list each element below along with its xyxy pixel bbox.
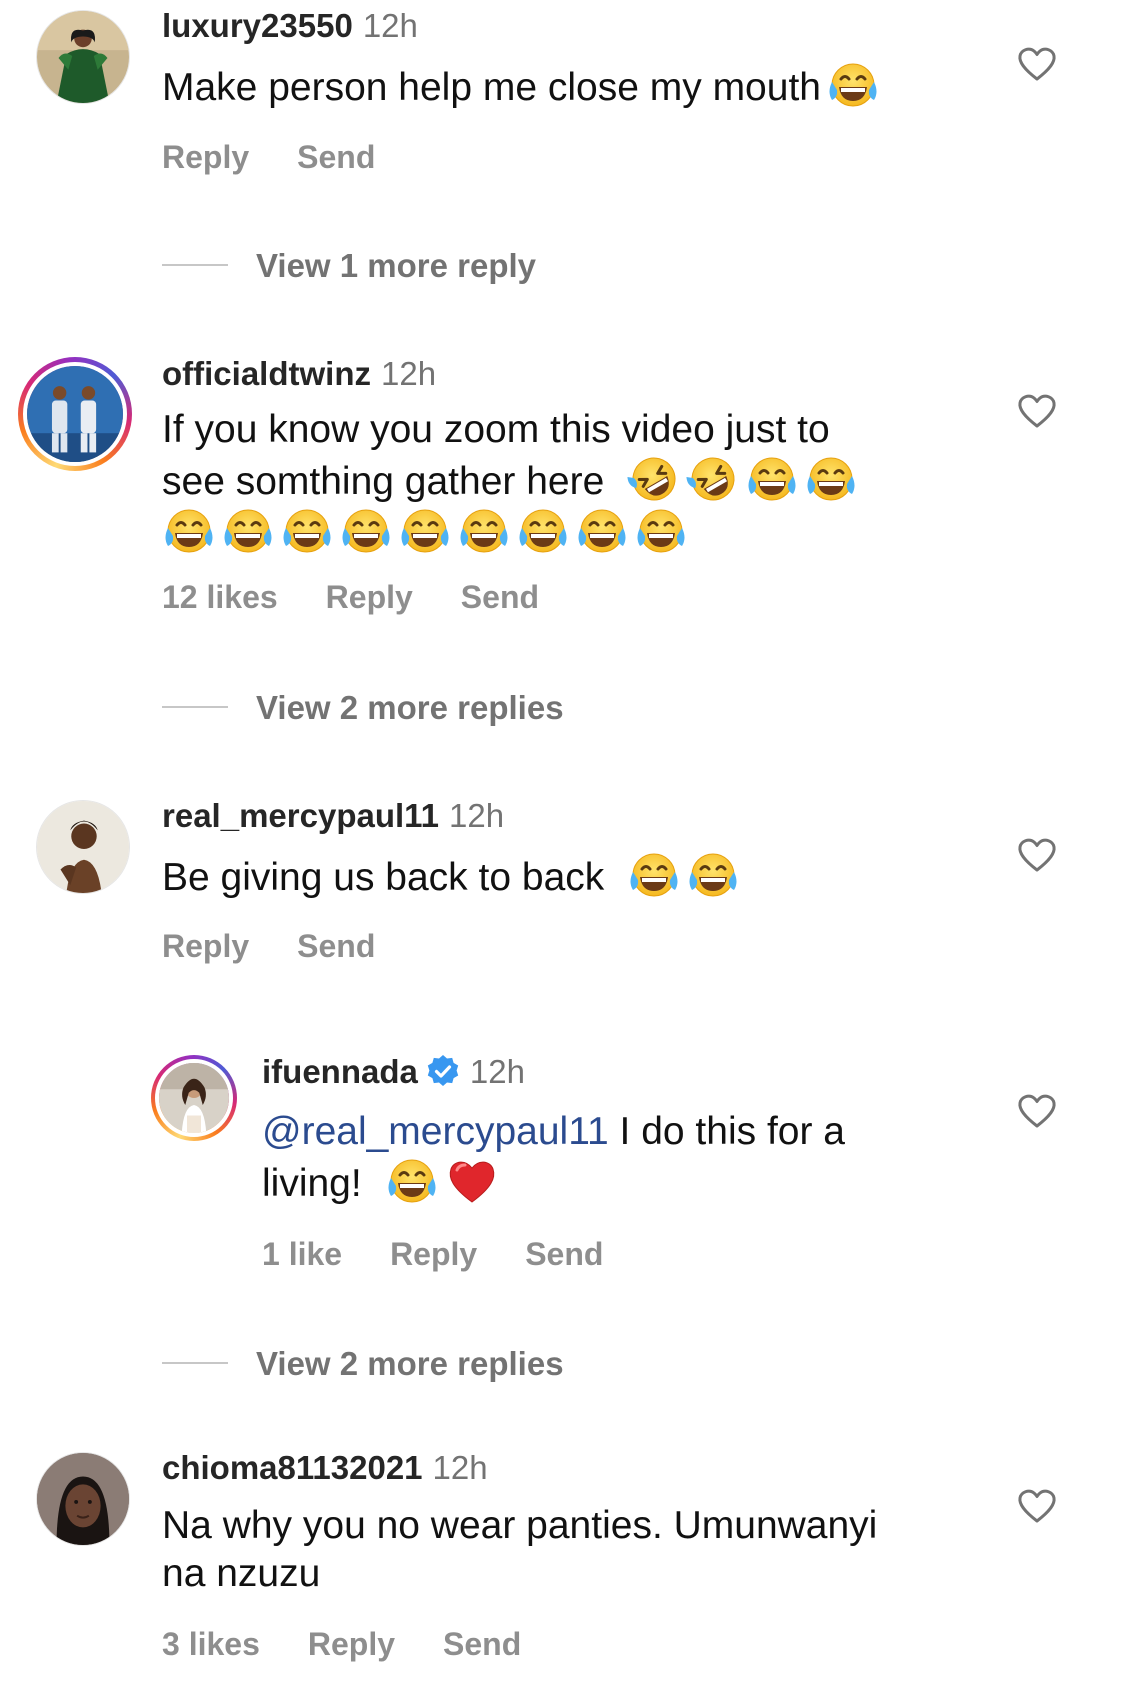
view-more-replies[interactable]: View 1 more reply (162, 246, 536, 286)
comment-actions: Reply Send (162, 926, 423, 966)
avatar[interactable] (36, 800, 130, 894)
heart-outline-icon[interactable] (1017, 46, 1057, 82)
username[interactable]: chioma81132021 (162, 1449, 423, 1486)
username[interactable]: luxury23550 (162, 7, 353, 44)
red-heart-emoji (445, 1156, 499, 1206)
user-line: officialdtwinz 12h (162, 354, 436, 394)
view-more-label: View 2 more replies (256, 1345, 564, 1382)
face-with-tears-of-joy-emoji (826, 60, 880, 110)
reply-button[interactable]: Reply (308, 1626, 395, 1662)
rolling-on-floor-laughing-emoji (627, 454, 681, 504)
avatar (155, 1059, 233, 1137)
emoji-row (157, 506, 1002, 558)
comment-text-line: na nzuzu (162, 1552, 321, 1595)
view-more-label: View 2 more replies (256, 689, 564, 726)
comment-text: @real_mercypaul11 I do this for a living… (262, 1108, 982, 1208)
send-button[interactable]: Send (525, 1236, 603, 1272)
comment-text: Make person help me close my mouth (162, 60, 982, 112)
face-with-tears-of-joy-emoji (804, 454, 858, 504)
comment-text-line: @real_mercypaul11 I do this for a (262, 1108, 982, 1156)
reply-button[interactable]: Reply (162, 928, 249, 964)
send-button[interactable]: Send (443, 1626, 521, 1662)
comment-text: Na why you no wear panties. Umunwanyi na… (162, 1502, 1002, 1598)
rolling-on-floor-laughing-emoji (686, 454, 740, 504)
comment-actions: 3 likes Reply Send (162, 1624, 569, 1664)
comment-text-content: Make person help me close my mouth (162, 66, 821, 109)
comment-text-content: I do this for a (608, 1110, 845, 1153)
face-with-tears-of-joy-emoji (280, 506, 334, 556)
send-button[interactable]: Send (461, 579, 539, 615)
verified-badge-icon (427, 1055, 459, 1086)
face-with-tears-of-joy-emoji (221, 506, 275, 556)
send-button[interactable]: Send (297, 139, 375, 175)
face-with-tears-of-joy-emoji (385, 1156, 439, 1206)
avatar[interactable] (36, 10, 130, 104)
comment-text: Be giving us back to back (162, 850, 982, 902)
comment-text-content: Be giving us back to back (162, 856, 605, 899)
face-with-tears-of-joy-emoji (745, 454, 799, 504)
timestamp: 12h (381, 355, 437, 392)
comment-text-content: see somthing gather here (162, 460, 605, 503)
face-with-tears-of-joy-emoji (339, 506, 393, 556)
avatar (23, 362, 127, 466)
likes-count[interactable]: 3 likes (162, 1626, 260, 1662)
username[interactable]: officialdtwinz (162, 355, 371, 392)
user-line: ifuennada 12h (262, 1052, 525, 1092)
reply-button[interactable]: Reply (162, 139, 249, 175)
divider-line (162, 264, 228, 267)
face-with-tears-of-joy-emoji (627, 850, 681, 900)
divider-line (162, 706, 228, 709)
send-button[interactable]: Send (297, 928, 375, 964)
comment-actions: Reply Send (162, 137, 423, 177)
face-with-tears-of-joy-emoji (516, 506, 570, 556)
comment-actions: 1 like Reply Send (262, 1234, 651, 1274)
likes-count[interactable]: 1 like (262, 1236, 342, 1272)
heart-outline-icon[interactable] (1017, 1093, 1057, 1129)
divider-line (162, 1362, 228, 1365)
face-with-tears-of-joy-emoji (686, 850, 740, 900)
timestamp: 12h (432, 1449, 488, 1486)
view-more-label: View 1 more reply (256, 247, 537, 284)
view-more-replies[interactable]: View 2 more replies (162, 688, 564, 728)
heart-outline-icon[interactable] (1017, 393, 1057, 429)
face-with-tears-of-joy-emoji (634, 506, 688, 556)
heart-outline-icon[interactable] (1017, 1488, 1057, 1524)
user-line: real_mercypaul11 12h (162, 796, 504, 836)
face-with-tears-of-joy-emoji (575, 506, 629, 556)
comment-text-content: living! (262, 1162, 362, 1205)
comment-text-line: Na why you no wear panties. Umunwanyi (162, 1504, 878, 1547)
comment-text-line: If you know you zoom this video just to (162, 408, 830, 451)
user-line: chioma81132021 12h (162, 1448, 488, 1488)
face-with-tears-of-joy-emoji (457, 506, 511, 556)
comment-text-line: living! (262, 1156, 982, 1208)
face-with-tears-of-joy-emoji (162, 506, 216, 556)
reply-button[interactable]: Reply (326, 579, 413, 615)
timestamp: 12h (449, 797, 505, 834)
timestamp: 12h (362, 7, 418, 44)
face-with-tears-of-joy-emoji (398, 506, 452, 556)
comment-actions: 12 likes Reply Send (162, 577, 587, 617)
comment-text: If you know you zoom this video just to … (162, 406, 1002, 558)
avatar-story-ring[interactable] (18, 357, 132, 471)
user-line: luxury23550 12h (162, 6, 418, 46)
avatar-story-ring[interactable] (151, 1055, 237, 1141)
username[interactable]: ifuennada (262, 1053, 418, 1090)
timestamp: 12h (469, 1053, 525, 1090)
reply-button[interactable]: Reply (390, 1236, 477, 1272)
view-more-replies[interactable]: View 2 more replies (162, 1344, 564, 1384)
likes-count[interactable]: 12 likes (162, 579, 278, 615)
mention-link[interactable]: @real_mercypaul11 (262, 1110, 609, 1153)
heart-outline-icon[interactable] (1017, 837, 1057, 873)
avatar[interactable] (36, 1452, 130, 1546)
comment-text-line: see somthing gather here (162, 454, 1002, 506)
username[interactable]: real_mercypaul11 (162, 797, 439, 834)
